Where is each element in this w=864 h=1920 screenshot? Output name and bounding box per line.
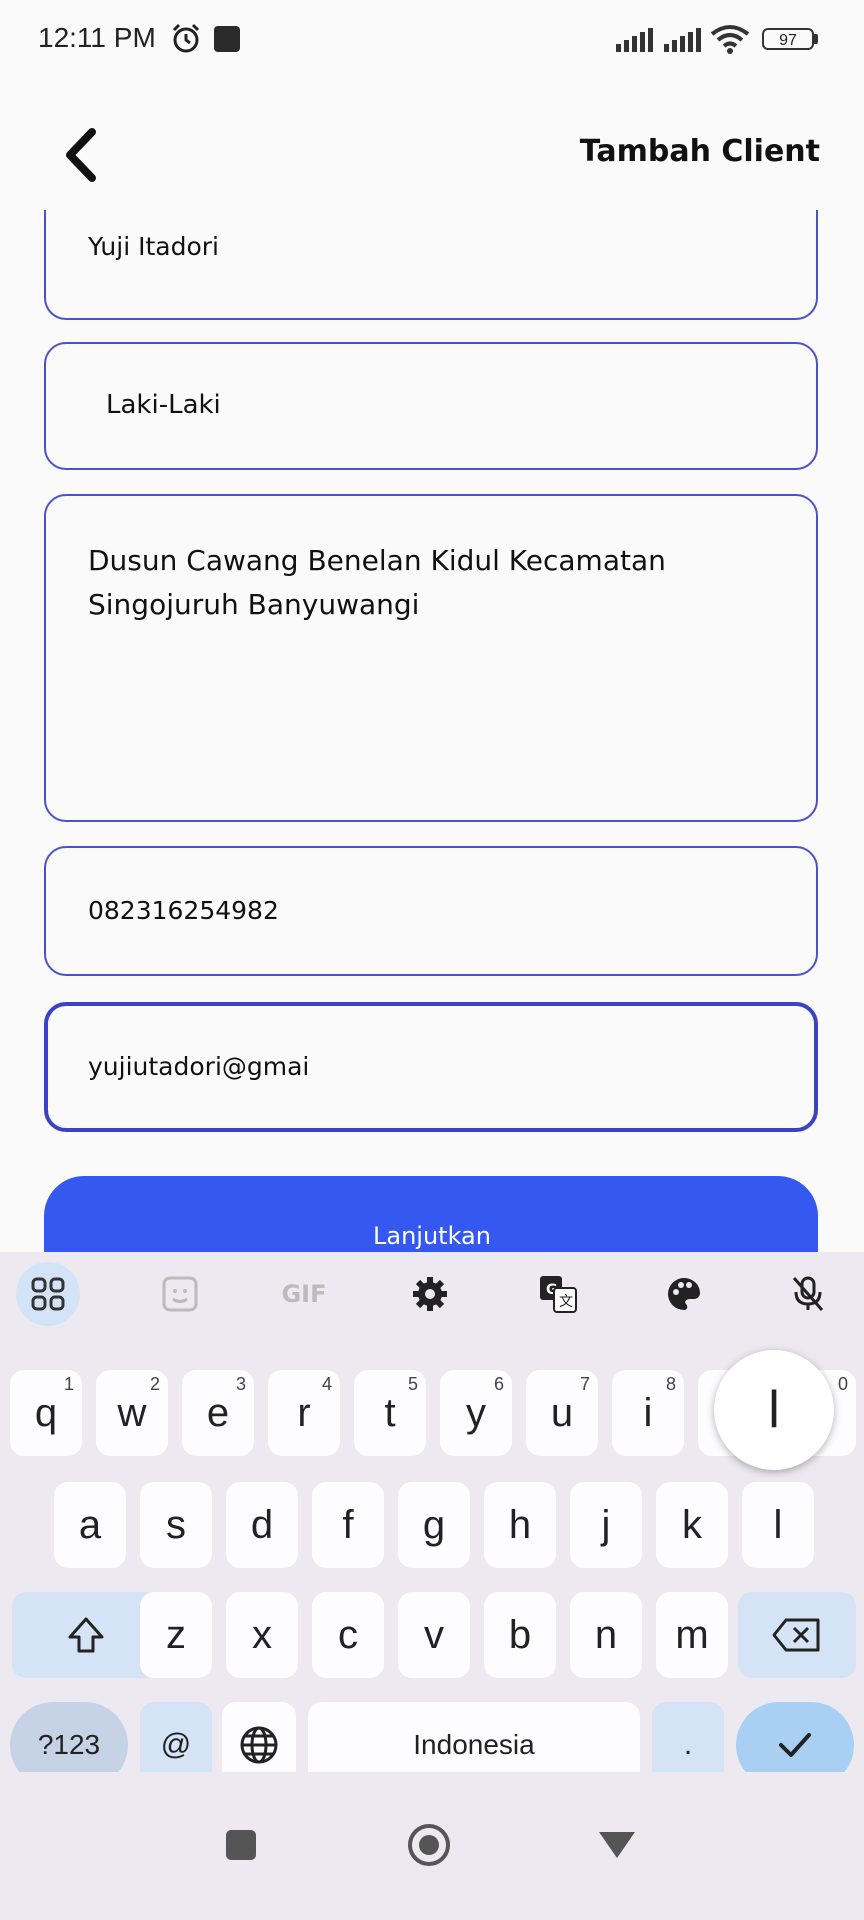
signal-icon [616, 28, 653, 52]
phone-field[interactable]: 082316254982 [44, 846, 818, 976]
shift-key[interactable] [12, 1592, 160, 1678]
key-e[interactable]: e3 [182, 1370, 254, 1456]
key-c[interactable]: c [312, 1592, 384, 1678]
key-y[interactable]: y6 [440, 1370, 512, 1456]
key-label: y [466, 1390, 486, 1435]
back-arrow-icon[interactable] [60, 126, 104, 184]
key-d[interactable]: d [226, 1482, 298, 1568]
name-field[interactable]: Yuji Itadori [44, 210, 818, 320]
key-z[interactable]: z [140, 1592, 212, 1678]
name-value: Yuji Itadori [88, 232, 219, 261]
palette-icon[interactable] [652, 1262, 716, 1326]
key-l[interactable]: l [742, 1482, 814, 1568]
key-n[interactable]: n [570, 1592, 642, 1678]
battery-icon: 97 [762, 28, 814, 50]
continue-button-label: Lanjutkan [373, 1222, 491, 1250]
key-v[interactable]: v [398, 1592, 470, 1678]
key-b[interactable]: b [484, 1592, 556, 1678]
gender-dropdown[interactable]: Laki-Laki [44, 342, 818, 470]
sticker-icon[interactable] [148, 1262, 212, 1326]
shift-icon [68, 1617, 104, 1653]
key-r[interactable]: r4 [268, 1370, 340, 1456]
key-g[interactable]: g [398, 1482, 470, 1568]
status-bar: 12:11 PM 97 [0, 0, 864, 80]
key-hint: 8 [665, 1374, 676, 1394]
key-x[interactable]: x [226, 1592, 298, 1678]
phone-value: 082316254982 [88, 896, 279, 925]
page-title: Tambah Client [579, 134, 820, 169]
key-label: u [550, 1390, 574, 1435]
key-preview-popup: l [714, 1350, 834, 1470]
key-m[interactable]: m [656, 1592, 728, 1678]
checkmark-icon [779, 1733, 811, 1757]
key-k[interactable]: k [656, 1482, 728, 1568]
backspace-key[interactable] [738, 1592, 856, 1678]
recents-square-icon[interactable] [222, 1826, 260, 1864]
key-a[interactable]: a [54, 1482, 126, 1568]
key-hint: 5 [407, 1374, 418, 1394]
key-hint: 6 [493, 1374, 504, 1394]
key-label: e [206, 1390, 230, 1435]
key-label: q [34, 1390, 58, 1435]
navigation-bar [0, 1772, 864, 1920]
battery-tip [814, 34, 818, 44]
mic-off-icon[interactable] [776, 1262, 840, 1326]
key-hint: 4 [321, 1374, 332, 1394]
key-w[interactable]: w2 [96, 1370, 168, 1456]
key-hint: 7 [579, 1374, 590, 1394]
email-field[interactable]: yujiutadori@gmai [44, 1002, 818, 1132]
key-f[interactable]: f [312, 1482, 384, 1568]
battery-level: 97 [779, 32, 797, 49]
key-label: t [384, 1390, 396, 1435]
key-label: i [643, 1390, 653, 1435]
key-u[interactable]: u7 [526, 1370, 598, 1456]
address-field[interactable]: Dusun Cawang Benelan Kidul Kecamatan Sin… [44, 494, 818, 822]
notification-icon [214, 26, 240, 52]
svg-text:文: 文 [559, 1294, 573, 1310]
key-q[interactable]: q1 [10, 1370, 82, 1456]
key-s[interactable]: s [140, 1482, 212, 1568]
email-value: yujiutadori@gmai [88, 1052, 310, 1081]
apps-grid-icon[interactable] [16, 1262, 80, 1326]
key-i[interactable]: i8 [612, 1370, 684, 1456]
key-hint: 3 [235, 1374, 246, 1394]
key-label: r [297, 1390, 311, 1435]
alarm-icon [172, 23, 200, 53]
key-h[interactable]: h [484, 1482, 556, 1568]
key-label: w [117, 1390, 147, 1435]
settings-gear-icon[interactable] [398, 1262, 462, 1326]
globe-icon [240, 1726, 278, 1764]
wifi-icon [710, 25, 750, 54]
key-j[interactable]: j [570, 1482, 642, 1568]
gender-value: Laki-Laki [106, 390, 221, 420]
back-triangle-icon[interactable] [596, 1828, 638, 1862]
address-line-1: Dusun Cawang Benelan Kidul Kecamatan [88, 544, 666, 577]
home-circle-icon[interactable] [406, 1822, 452, 1868]
key-hint: 0 [837, 1374, 848, 1394]
key-hint: 2 [149, 1374, 160, 1394]
translate-icon[interactable]: G文 [526, 1262, 590, 1326]
status-time: 12:11 PM [38, 22, 156, 53]
key-t[interactable]: t5 [354, 1370, 426, 1456]
gif-icon[interactable]: GIF [272, 1262, 336, 1326]
backspace-icon [772, 1618, 820, 1652]
signal-icon [664, 28, 701, 52]
key-hint: 1 [63, 1374, 74, 1394]
address-line-2: Singojuruh Banyuwangi [88, 588, 420, 621]
